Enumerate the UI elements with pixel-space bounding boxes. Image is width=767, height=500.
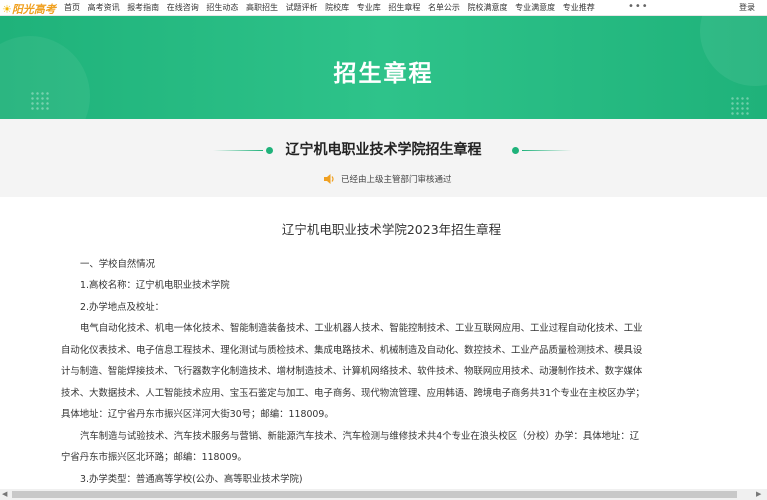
decorative-line-right xyxy=(522,150,572,151)
paragraph-line: 自动化仪表技术、电子信息工程技术、理化测试与质检技术、集成电路技术、机械制造及自… xyxy=(61,345,643,356)
decorative-dot-right xyxy=(512,147,519,154)
paragraph-line: 3.办学类型：普通高等学校(公办、高等职业技术学院) xyxy=(80,474,303,485)
top-navigation-bar: ☀阳光高考 首页 高考资讯 报考指南 在线咨询 招生动态 高职招生 试题评析 院校库 专业库 招生… xyxy=(0,0,767,16)
nav-item[interactable]: 名单公示 xyxy=(428,0,460,15)
speaker-icon xyxy=(324,174,334,184)
audit-text: 已经由上级主管部门审核通过 xyxy=(341,175,452,185)
audit-notice: 已经由上级主管部门审核通过 xyxy=(323,172,452,186)
paragraph-line: 1.高校名称：辽宁机电职业技术学院 xyxy=(80,280,230,291)
school-title: 辽宁机电职业技术学院招生章程 xyxy=(285,142,482,158)
horizontal-scrollbar[interactable]: ◀ ▶ xyxy=(0,489,767,500)
scroll-left-icon[interactable]: ◀ xyxy=(2,491,7,498)
scrollbar-thumb[interactable] xyxy=(12,491,737,498)
nav-item[interactable]: 专业满意度 xyxy=(515,0,555,15)
nav-item[interactable]: 院校满意度 xyxy=(468,0,508,15)
nav-item[interactable]: 高考资讯 xyxy=(88,0,120,15)
nav-item[interactable]: 招生动态 xyxy=(206,0,238,15)
nav-item[interactable]: 专业推荐 xyxy=(563,0,595,15)
scroll-right-icon[interactable]: ▶ xyxy=(756,491,761,498)
section-heading: 一、学校自然情况 xyxy=(80,259,156,270)
more-menu-icon[interactable]: ••• xyxy=(628,0,649,13)
paragraph-line: 计与制造、智能焊接技术、飞行器数字化制造技术、增材制造技术、计算机网络技术、软件… xyxy=(61,366,643,377)
login-link[interactable]: 登录 xyxy=(739,0,755,15)
paragraph-line: 宁省丹东市振兴区北环路；邮编：118009。 xyxy=(61,452,247,463)
banner-title: 招生章程 xyxy=(333,61,434,87)
school-title-row: 辽宁机电职业技术学院招生章程 xyxy=(0,140,767,160)
nav-item[interactable]: 首页 xyxy=(64,0,80,15)
banner-dot-pattern xyxy=(30,91,50,111)
nav-item[interactable]: 高职招生 xyxy=(246,0,278,15)
banner-dot-pattern xyxy=(730,96,750,116)
paragraph-line: 汽车制造与试验技术、汽车技术服务与营销、新能源汽车技术、汽车检测与维修技术共4个… xyxy=(80,431,640,442)
nav-item[interactable]: 院校库 xyxy=(325,0,349,15)
nav-item[interactable]: 报考指南 xyxy=(127,0,159,15)
page-banner: 招生章程 xyxy=(0,16,767,119)
paragraph-line: 电气自动化技术、机电一体化技术、智能制造装备技术、工业机器人技术、智能控制技术、… xyxy=(80,323,643,334)
nav-item[interactable]: 试题评析 xyxy=(286,0,318,15)
nav-item[interactable]: 专业库 xyxy=(357,0,381,15)
nav-item[interactable]: 招生章程 xyxy=(388,0,420,15)
main-nav: 首页 高考资讯 报考指南 在线咨询 招生动态 高职招生 试题评析 院校库 专业库 招生章程 名单公示… xyxy=(64,0,602,15)
logo-text: 阳光高考 xyxy=(11,3,56,16)
site-logo[interactable]: ☀阳光高考 xyxy=(2,1,56,16)
paragraph-line: 技术、大数据技术、人工智能技术应用、宝玉石鉴定与加工、电子商务、现代物流管理、应… xyxy=(61,388,645,399)
document-title: 辽宁机电职业技术学院2023年招生章程 xyxy=(281,222,502,237)
paragraph-line: 具体地址：辽宁省丹东市振兴区洋河大街30号；邮编：118009。 xyxy=(61,409,334,420)
nav-item[interactable]: 在线咨询 xyxy=(167,0,199,15)
paragraph-line: 2.办学地点及校址： xyxy=(80,302,164,313)
